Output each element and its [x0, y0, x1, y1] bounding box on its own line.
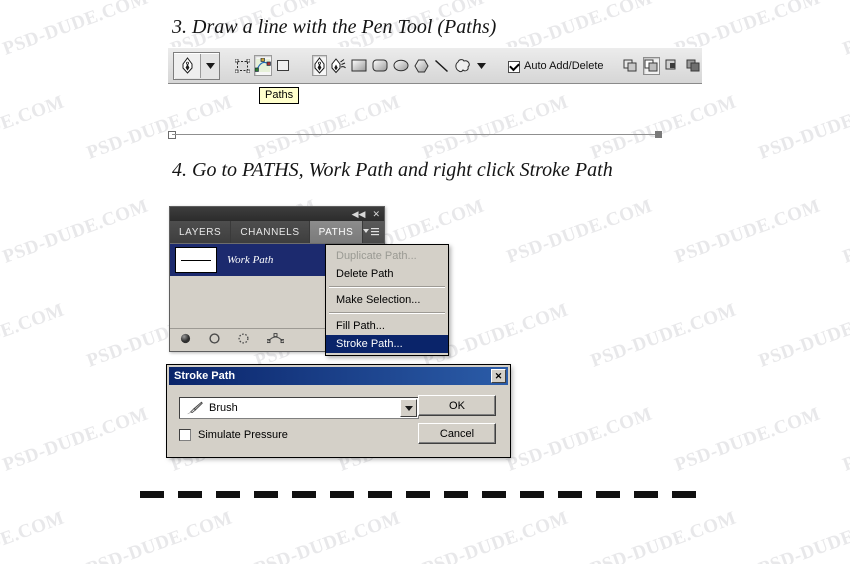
tool-preset-chevron-down-icon[interactable] [201, 54, 219, 78]
tool-select[interactable]: Brush [179, 397, 419, 419]
custom-shape-chevron-down-icon[interactable] [476, 55, 487, 76]
path-thumbnail [175, 247, 217, 273]
dash-segment [444, 491, 468, 498]
dash-segment [634, 491, 658, 498]
dialog-title-bar[interactable]: Stroke Path ✕ [169, 367, 508, 385]
freeform-pen-icon[interactable] [330, 55, 347, 76]
tab-layers-label: LAYERS [179, 226, 222, 238]
menu-separator-1 [329, 286, 445, 288]
dash-segment [254, 491, 278, 498]
shape-layers-icon[interactable] [234, 55, 251, 76]
dash-segment [406, 491, 430, 498]
auto-add-delete-label: Auto Add/Delete [524, 59, 604, 72]
paths-tooltip: Paths [259, 87, 300, 104]
auto-add-delete-checkbox[interactable]: Auto Add/Delete [508, 59, 604, 73]
tool-select-value: Brush [209, 402, 238, 414]
menu-item-fill-path[interactable]: Fill Path... [326, 317, 448, 335]
close-icon[interactable]: ✕ [372, 209, 380, 219]
tab-paths[interactable]: PATHS [309, 221, 364, 243]
path-anchor-end[interactable] [655, 131, 662, 138]
page-heading-step3: 3. Draw a line with the Pen Tool (Paths) [172, 16, 497, 38]
dash-segment [558, 491, 582, 498]
tab-layers[interactable]: LAYERS [170, 221, 232, 243]
pen-tool-icon[interactable] [174, 53, 201, 78]
intersect-path-areas-icon[interactable] [664, 57, 681, 75]
photoshop-options-bar: Auto Add/Delete [168, 47, 702, 84]
menu-item-make-selection[interactable]: Make Selection... [326, 291, 448, 309]
make-work-path-from-selection-icon[interactable] [266, 331, 285, 349]
page-heading-step4: 4. Go to PATHS, Work Path and right clic… [172, 159, 613, 181]
collapse-arrows-icon[interactable]: ◀◀ [352, 209, 366, 219]
simulate-pressure-checkbox-box [179, 429, 191, 441]
load-path-as-selection-icon[interactable] [238, 331, 249, 349]
simulate-pressure-checkbox[interactable]: Simulate Pressure [179, 429, 288, 441]
menu-item-duplicate-path[interactable]: Duplicate Path... [326, 247, 448, 265]
dash-segment [520, 491, 544, 498]
palette-tab-strip: LAYERS CHANNELS PATHS [170, 221, 384, 243]
custom-shape-icon[interactable] [453, 55, 473, 76]
fill-path-with-foreground-icon[interactable] [180, 331, 191, 349]
tab-channels[interactable]: CHANNELS [231, 221, 310, 243]
dash-segment [140, 491, 164, 498]
auto-add-delete-checkbox-box [508, 60, 520, 73]
fill-pixels-icon[interactable] [275, 55, 291, 76]
path-list-item-label: Work Path [227, 254, 274, 266]
path-context-menu: Duplicate Path... Delete Path Make Selec… [325, 244, 449, 356]
dash-segment [216, 491, 240, 498]
close-icon[interactable]: ✕ [491, 369, 506, 383]
dash-segment [292, 491, 316, 498]
path-anchor-start[interactable] [168, 131, 176, 139]
dash-segment [368, 491, 392, 498]
current-tool-well[interactable] [173, 51, 220, 80]
paths-mode-icon[interactable] [254, 55, 272, 76]
simulate-pressure-label: Simulate Pressure [198, 429, 288, 441]
subtract-from-path-area-icon[interactable] [642, 56, 660, 75]
ellipse-icon[interactable] [392, 55, 410, 76]
stroke-path-dialog: Stroke Path ✕ Brush Simulate Pressure OK… [167, 365, 510, 457]
result-dashed-line [140, 491, 696, 498]
dash-segment [482, 491, 506, 498]
canvas-path-line [168, 130, 662, 140]
dash-segment [596, 491, 620, 498]
palette-title-bar: ◀◀ ✕ [170, 207, 384, 221]
tab-channels-label: CHANNELS [240, 226, 300, 238]
dash-segment [178, 491, 202, 498]
chevron-down-icon[interactable] [400, 399, 417, 417]
panel-menu-icon[interactable] [363, 221, 384, 243]
dash-segment [330, 491, 354, 498]
rounded-rectangle-icon[interactable] [371, 55, 389, 76]
stroke-path-with-brush-icon[interactable] [209, 331, 220, 349]
tab-paths-label: PATHS [318, 226, 354, 238]
add-to-path-area-icon[interactable] [622, 57, 639, 75]
path-segment [172, 134, 659, 135]
dialog-body: Brush Simulate Pressure OK Cancel [169, 385, 508, 455]
ok-button[interactable]: OK [418, 395, 496, 416]
dash-segment [672, 491, 696, 498]
brush-icon [186, 401, 203, 415]
line-icon[interactable] [433, 55, 450, 76]
menu-item-stroke-path[interactable]: Stroke Path... [326, 335, 448, 353]
dialog-title-label: Stroke Path [174, 370, 236, 382]
exclude-overlapping-path-areas-icon[interactable] [685, 57, 702, 75]
pen-tool-icon[interactable] [312, 55, 327, 76]
menu-item-delete-path[interactable]: Delete Path [326, 265, 448, 283]
cancel-button[interactable]: Cancel [418, 423, 496, 444]
rectangle-icon[interactable] [350, 55, 368, 76]
menu-separator-2 [329, 312, 445, 314]
polygon-icon[interactable] [413, 55, 430, 76]
